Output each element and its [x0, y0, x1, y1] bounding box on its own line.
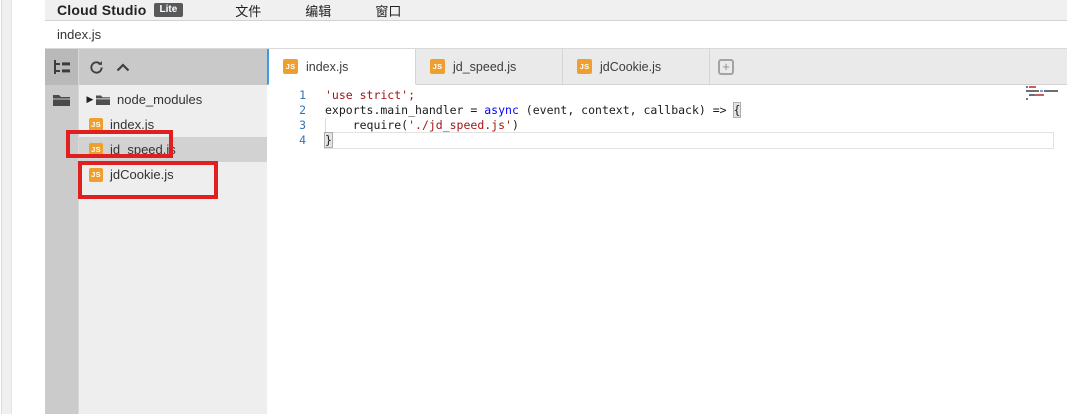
tab-label: jd_speed.js [453, 60, 516, 74]
menu-item-edit[interactable]: 编辑 [283, 1, 353, 20]
token-bracket-match: { [734, 103, 741, 117]
menu-bar: 文件编辑窗口 [213, 1, 423, 20]
folder-panel-button[interactable] [45, 85, 78, 115]
token-plain: exports.main_handler = [325, 103, 484, 117]
line-number: 3 [267, 118, 325, 133]
line-number: 4 [267, 133, 325, 148]
list-tree-icon [53, 59, 71, 75]
tab-label: jdCookie.js [600, 60, 661, 74]
tree-item-label: jd_speed.js [110, 142, 176, 157]
file-explorer-sidebar: ▶ node_modules JS index.js JS jd_speed.js JS jd… [78, 49, 267, 414]
new-tab-button[interactable]: + [718, 59, 734, 75]
tab-bar: JS index.js JS jd_speed.js JS jdCookie.js + [267, 49, 1067, 85]
collapsed-arrow-icon[interactable]: ▶ [84, 94, 96, 105]
token-plain: require( [325, 118, 408, 132]
minimap-segment [1029, 86, 1036, 88]
lite-badge: Lite [154, 3, 184, 17]
collapse-up-icon[interactable] [116, 63, 130, 72]
tab-label: index.js [306, 60, 348, 74]
code-line-4[interactable]: 4} [267, 133, 1067, 148]
tree-item-label: node_modules [117, 92, 202, 107]
token-plain: ) [512, 118, 519, 132]
top-menu-bar: Cloud Studio Lite 文件编辑窗口 [45, 0, 1067, 21]
breadcrumb: index.js [57, 27, 101, 42]
minimap-line [1026, 86, 1063, 88]
line-number: 2 [267, 103, 325, 118]
line-number: 1 [267, 88, 325, 103]
indent-guide [325, 118, 326, 133]
token-string: './jd_speed.js' [408, 118, 512, 132]
folder-icon [96, 94, 110, 106]
code-line-3[interactable]: 3 require('./jd_speed.js') [267, 118, 1067, 133]
minimap-segment [1026, 90, 1039, 92]
js-file-icon: JS [89, 168, 103, 182]
token-string: 'use strict'; [325, 88, 415, 102]
menu-item-file[interactable]: 文件 [213, 1, 283, 20]
tab-jdCookie.js[interactable]: JS jdCookie.js [563, 49, 710, 84]
tree-item-jd_speed.js[interactable]: JS jd_speed.js [79, 137, 267, 162]
folder-icon [52, 93, 71, 107]
page-left-strip [1, 0, 12, 414]
minimap[interactable] [1026, 86, 1063, 102]
tree-item-label: index.js [110, 117, 154, 132]
app-logo: Cloud Studio [57, 2, 147, 18]
editor-group: JSindex.jsJSjd_speed.jsJSjdCookie.js+ 1'… [267, 49, 1067, 414]
code-line-1[interactable]: 1'use strict'; [267, 88, 1067, 103]
breadcrumb-row: index.js [45, 21, 1067, 49]
tab-jd_speed.js[interactable]: JS jd_speed.js [416, 49, 563, 84]
token-bracket-match: } [325, 133, 332, 147]
code-text: 'use strict'; [325, 88, 1053, 103]
code-text: } [325, 133, 1053, 148]
cloud-studio-window: Cloud Studio Lite 文件编辑窗口 index.js [0, 0, 1067, 414]
minimap-segment [1026, 98, 1028, 100]
token-keyword: async [484, 103, 519, 117]
code-text: exports.main_handler = async (event, con… [325, 103, 1053, 118]
minimap-segment [1035, 94, 1044, 96]
explorer-tree-button[interactable] [45, 49, 78, 85]
tree-item-jdCookie.js[interactable]: JS jdCookie.js [79, 162, 267, 187]
code-text: require('./jd_speed.js') [325, 118, 1053, 133]
code-editor[interactable]: 1'use strict';2exports.main_handler = as… [267, 85, 1067, 414]
app-frame: Cloud Studio Lite 文件编辑窗口 index.js [45, 0, 1067, 414]
code-line-2[interactable]: 2exports.main_handler = async (event, co… [267, 103, 1067, 118]
menu-item-window[interactable]: 窗口 [353, 1, 423, 20]
minimap-line [1026, 98, 1063, 100]
tree-item-index.js[interactable]: JS index.js [79, 112, 267, 137]
token-plain: (event, context, callback) => [519, 103, 734, 117]
js-file-icon: JS [577, 59, 592, 74]
js-file-icon: JS [283, 59, 298, 74]
tab-index.js[interactable]: JS index.js [269, 49, 416, 85]
main-area: ▶ node_modules JS index.js JS jd_speed.js JS jd… [45, 49, 1067, 414]
minimap-segment [1044, 90, 1058, 92]
js-file-icon: JS [89, 143, 103, 157]
minimap-line [1026, 94, 1063, 96]
tree-item-node_modules[interactable]: ▶ node_modules [79, 87, 267, 112]
tree-item-label: jdCookie.js [110, 167, 174, 182]
js-file-icon: JS [89, 118, 103, 132]
minimap-line [1026, 90, 1063, 92]
file-tree: ▶ node_modules JS index.js JS jd_speed.js JS jd… [79, 85, 267, 414]
explorer-toolbar [79, 49, 267, 85]
activity-bar [45, 49, 78, 414]
js-file-icon: JS [430, 59, 445, 74]
refresh-icon[interactable] [89, 60, 104, 75]
